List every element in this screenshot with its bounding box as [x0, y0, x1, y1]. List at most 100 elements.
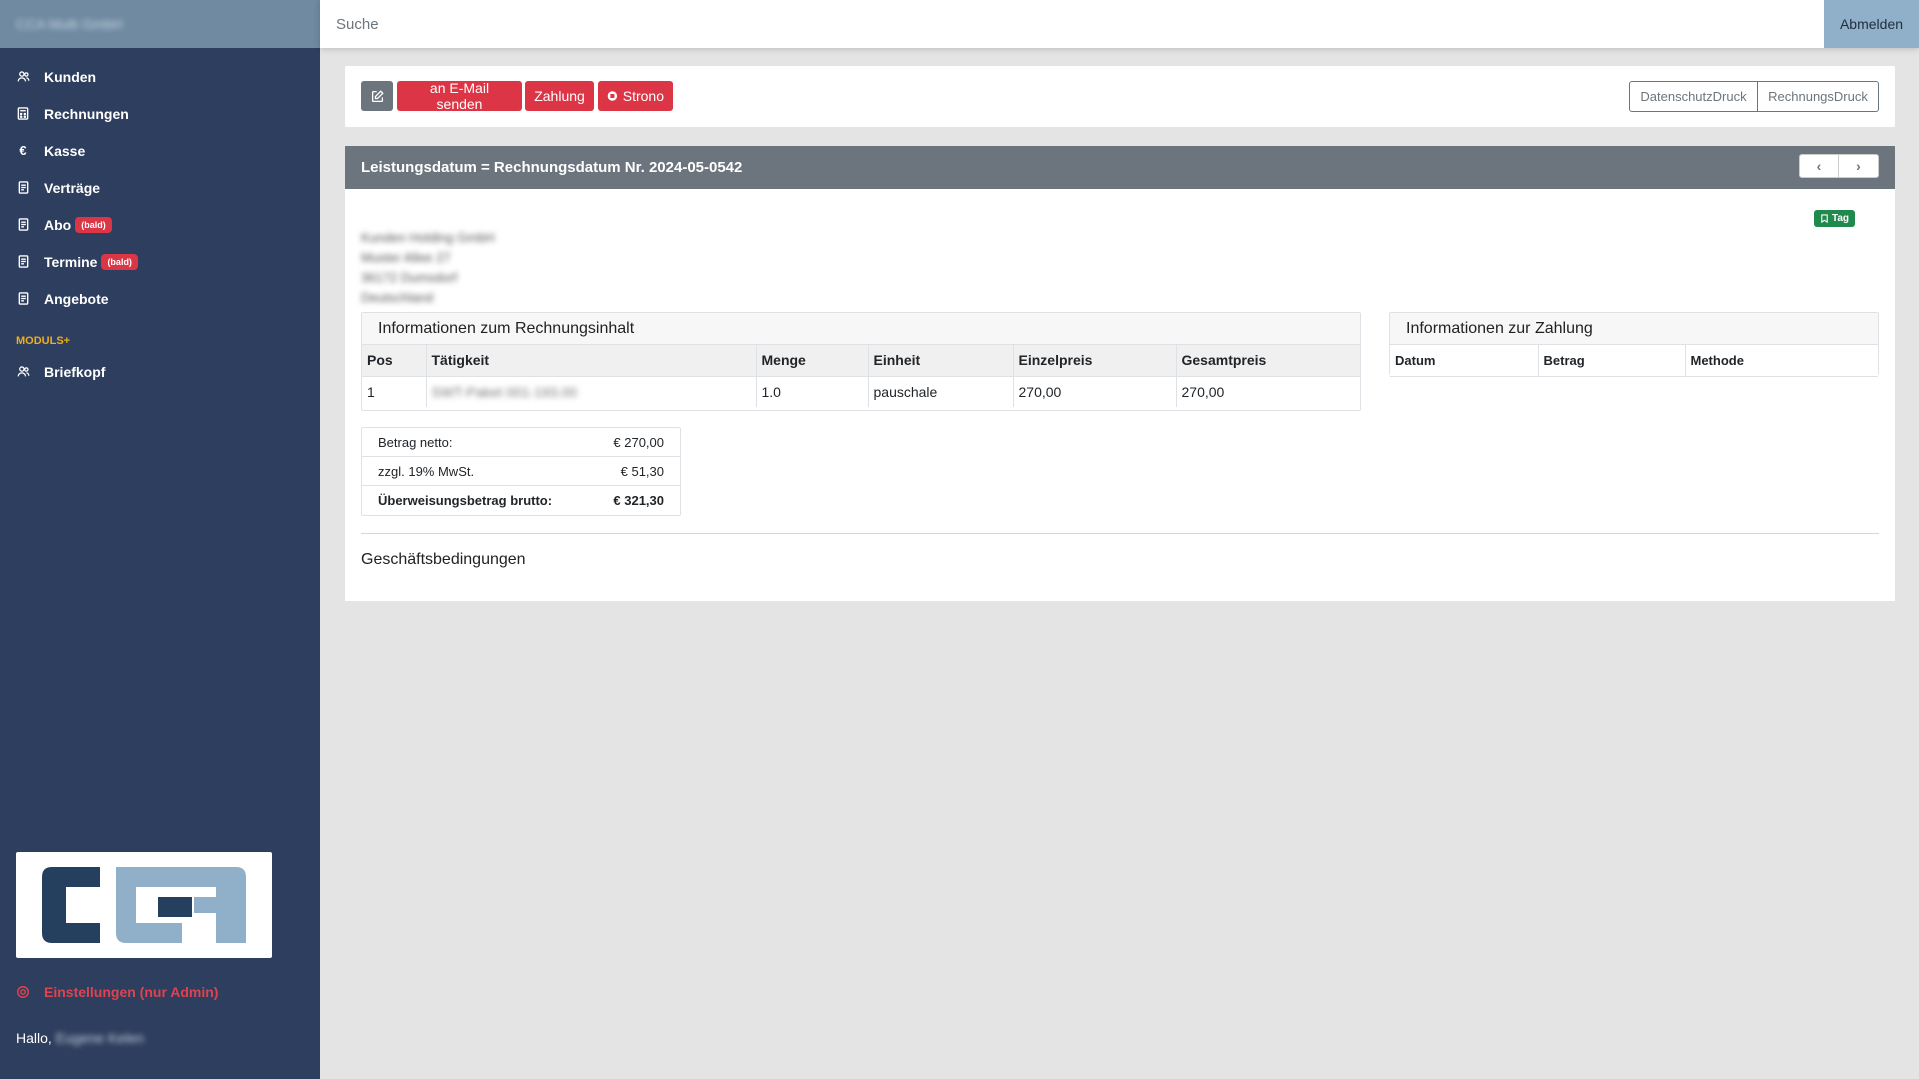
soon-badge: (bald): [101, 253, 138, 270]
cell-activity: SWT-Paket 001-193.00: [426, 376, 757, 407]
sidebar-item-label: Angebote: [44, 290, 109, 307]
vat-label: zzgl. 19% MwSt.: [378, 463, 475, 479]
sidebar-item-kunden[interactable]: Kunden: [0, 58, 320, 95]
document-icon: [16, 181, 30, 195]
column-header-date: Datum: [1390, 345, 1539, 377]
payment-info-panel: Informationen zur Zahlung Datum Betrag M…: [1389, 312, 1879, 377]
soon-badge: (bald): [75, 216, 112, 233]
brand-name: CCA Multi GmbH: [16, 16, 123, 32]
storno-button[interactable]: Strono: [598, 81, 673, 111]
users-icon: [16, 70, 30, 84]
company-logo: [16, 852, 272, 958]
sidebar-item-label: Kunden: [44, 68, 97, 85]
search-input[interactable]: [336, 12, 1136, 36]
sidebar-item-label: Kasse: [44, 142, 86, 159]
document-icon: [16, 255, 30, 269]
totals-net-row: Betrag netto: € 270,00: [362, 428, 680, 457]
user-greeting: Hallo, Eugene Kelen: [16, 1030, 144, 1046]
user-name: Eugene Kelen: [55, 1030, 144, 1046]
address-line: Muster Allee 27: [361, 250, 451, 265]
cell-unit: pauschale: [868, 376, 1014, 407]
cell-unit-price: 270,00: [1013, 376, 1177, 407]
edit-button[interactable]: [361, 81, 393, 111]
net-value: € 270,00: [613, 434, 664, 450]
logout-button[interactable]: Abmelden: [1824, 0, 1919, 48]
settings-label: Einstellungen (nur Admin): [44, 984, 219, 1000]
divider: [361, 533, 1879, 534]
table-header-row: Pos Tätigkeit Menge Einheit Einzelpreis …: [362, 345, 1360, 377]
chevron-left-icon: ‹: [1816, 158, 1822, 174]
sidebar-item-label: Verträge: [44, 179, 101, 196]
sidebar-item-rechnungen[interactable]: Rechnungen: [0, 95, 320, 132]
gear-icon: [16, 985, 30, 999]
sidebar-item-abo[interactable]: Abo (bald): [0, 206, 320, 243]
print-button-group: DatenschutzDruck RechnungsDruck: [1629, 81, 1879, 112]
column-header-unit: Einheit: [868, 345, 1014, 377]
address-line: Deutschland: [361, 290, 434, 305]
send-email-button[interactable]: an E-Mail senden: [397, 80, 522, 112]
totals-vat-row: zzgl. 19% MwSt. € 51,30: [362, 457, 680, 486]
pager: ‹ ›: [1799, 154, 1879, 178]
column-header-activity: Tätigkeit: [426, 345, 757, 377]
sidebar-nav: Kunden Rechnungen € Kasse Verträge Abo (…: [0, 58, 320, 317]
calculator-icon: [16, 107, 30, 121]
table-row: 1 SWT-Paket 001-193.00 1.0 pauschale 270…: [362, 376, 1360, 407]
tag-badge[interactable]: Tag: [1813, 210, 1855, 227]
sidebar-item-vertraege[interactable]: Verträge: [0, 169, 320, 206]
sidebar-item-briefkopf[interactable]: Briefkopf: [0, 353, 320, 390]
column-header-amount: Betrag: [1538, 345, 1686, 377]
next-button[interactable]: ›: [1839, 154, 1879, 178]
column-header-total: Gesamtpreis: [1176, 345, 1360, 377]
cell-total: 270,00: [1181, 383, 1225, 400]
sidebar-item-label: Termine: [44, 253, 98, 270]
action-toolbar: an E-Mail senden Zahlung Strono Datensch…: [345, 66, 1895, 127]
sidebar-item-label: Abo: [44, 216, 72, 233]
chevron-right-icon: ›: [1856, 158, 1861, 174]
cancel-circle-icon: [607, 91, 618, 101]
invoice-items-table: Pos Tätigkeit Menge Einheit Einzelpreis …: [362, 345, 1360, 407]
storno-label: Strono: [622, 88, 664, 104]
address-line: 36172 Dumsdorf: [361, 270, 458, 285]
invoice-title: Leistungsdatum = Rechnungsdatum Nr. 2024…: [361, 159, 743, 176]
document-icon: [16, 218, 30, 232]
terms-title: Geschäftsbedingungen: [361, 551, 526, 568]
sidebar-item-label: Rechnungen: [44, 105, 129, 122]
address-line: Kunden Holding GmbH: [361, 230, 495, 245]
vat-value: € 51,30: [620, 463, 664, 479]
table-header-row: Datum Betrag Methode: [1390, 345, 1878, 377]
sidebar: CCA Multi GmbH Kunden Rechnungen € Kasse…: [0, 0, 320, 1079]
gross-label: Überweisungsbetrag brutto:: [378, 493, 553, 508]
section-header-moduls: MODULS+: [16, 335, 71, 347]
sidebar-item-angebote[interactable]: Angebote: [0, 280, 320, 317]
invoice-content-panel: Informationen zum Rechnungsinhalt Pos Tä…: [361, 312, 1361, 411]
previous-button[interactable]: ‹: [1799, 154, 1839, 178]
column-header-method: Methode: [1685, 345, 1878, 377]
settings-link[interactable]: Einstellungen (nur Admin): [16, 984, 218, 1000]
payment-button[interactable]: Zahlung: [525, 81, 594, 111]
hello-prefix: Hallo,: [16, 1030, 52, 1046]
euro-icon: €: [19, 143, 27, 158]
sidebar-item-kasse[interactable]: € Kasse: [0, 132, 320, 169]
invoice-print-button[interactable]: RechnungsDruck: [1758, 81, 1879, 112]
document-icon: [16, 292, 30, 306]
cell-pos: 1: [362, 376, 427, 407]
tag-label: Tag: [1831, 213, 1849, 224]
column-header-quantity: Menge: [756, 345, 869, 377]
module-nav: Briefkopf: [0, 353, 320, 390]
cell-quantity: 1.0: [756, 376, 869, 407]
panel-title: Informationen zur Zahlung: [1390, 313, 1878, 345]
privacy-print-button[interactable]: DatenschutzDruck: [1629, 81, 1758, 112]
net-label: Betrag netto:: [378, 434, 453, 450]
bookmark-icon: [1821, 214, 1828, 223]
brand-bar[interactable]: CCA Multi GmbH: [0, 0, 320, 48]
sidebar-item-label: Briefkopf: [44, 363, 106, 380]
column-header-pos: Pos: [362, 345, 427, 377]
customer-address: Kunden Holding GmbH Muster Allee 27 3617…: [361, 228, 495, 308]
panel-title: Informationen zum Rechnungsinhalt: [362, 313, 1360, 345]
totals-box: Betrag netto: € 270,00 zzgl. 19% MwSt. €…: [361, 427, 681, 516]
column-header-unit-price: Einzelpreis: [1013, 345, 1177, 377]
invoice-header: Leistungsdatum = Rechnungsdatum Nr. 2024…: [345, 146, 1895, 189]
payment-table: Datum Betrag Methode: [1390, 345, 1878, 377]
gross-value: € 321,30: [613, 493, 664, 508]
sidebar-item-termine[interactable]: Termine (bald): [0, 243, 320, 280]
